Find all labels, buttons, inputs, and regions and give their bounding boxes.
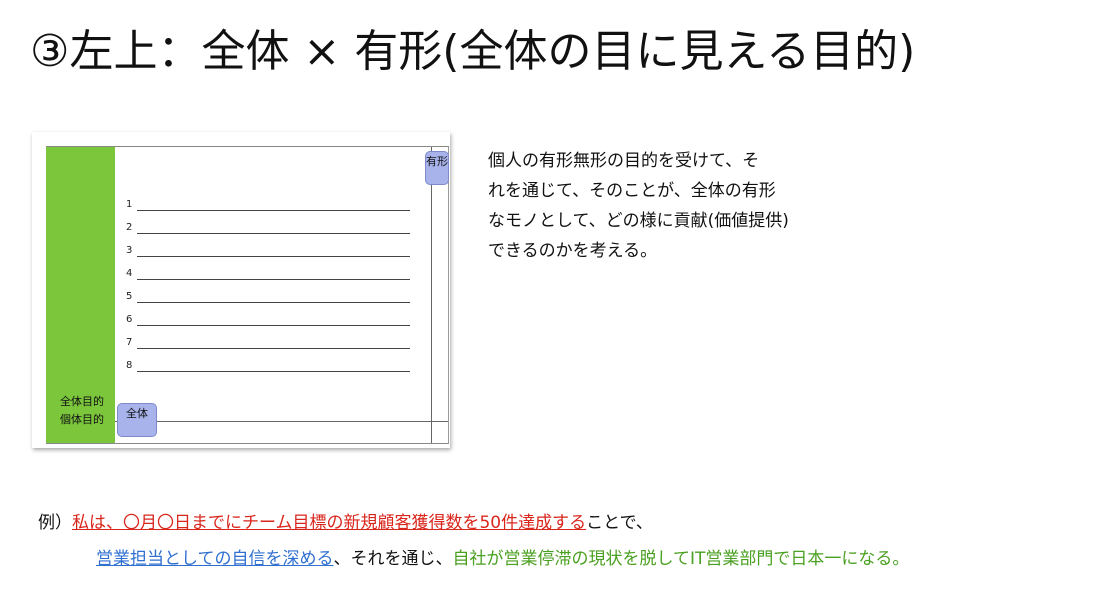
green-axis-band: 全体目的 個体目的	[46, 147, 115, 443]
description-text: 個人の有形無形の目的を受けて、そ れを通じて、そのことが、全体の有形 なモノとし…	[488, 146, 848, 266]
numbered-line-row: 8	[126, 360, 426, 383]
line-number: 6	[126, 314, 133, 325]
vertical-axis-line	[431, 147, 432, 443]
line-number: 8	[126, 360, 133, 371]
line-number: 7	[126, 337, 133, 348]
worksheet-figure: 全体目的 個体目的 有形 全体 1 2 3 4 5 6 7 8	[32, 132, 450, 448]
line-number: 1	[126, 199, 133, 210]
description-line: なモノとして、どの様に貢献(価値提供)	[488, 211, 789, 231]
green-label-overall: 全体目的	[60, 395, 104, 408]
line-rule	[137, 325, 410, 326]
example-connector: ことで、	[586, 513, 653, 533]
numbered-line-row: 5	[126, 291, 426, 314]
numbered-line-row: 3	[126, 245, 426, 268]
numbered-line-row: 7	[126, 337, 426, 360]
numbered-line-row: 6	[126, 314, 426, 337]
line-rule	[137, 302, 410, 303]
line-rule	[137, 348, 410, 349]
example-personal-goal: 私は、〇月〇日までにチーム目標の新規顧客獲得数を50件達成する	[72, 513, 587, 533]
example-overall-goal: 自社が営業停滞の現状を脱してIT営業部門で日本一になる。	[452, 549, 910, 569]
numbered-line-row: 1	[126, 199, 426, 222]
line-number: 3	[126, 245, 133, 256]
green-label-individual: 個体目的	[60, 413, 104, 426]
line-number: 5	[126, 291, 133, 302]
example-prefix: 例）	[38, 513, 72, 533]
description-line: れを通じて、そのことが、全体の有形	[488, 181, 776, 201]
line-rule	[137, 210, 410, 211]
line-rule	[137, 256, 410, 257]
horizontal-axis-line	[115, 421, 448, 422]
line-number: 4	[126, 268, 133, 279]
slide-title: ③左上：全体 × 有形(全体の目に見える目的)	[30, 26, 916, 77]
example-line-1: 例）私は、〇月〇日までにチーム目標の新規顧客獲得数を50件達成することで、	[38, 510, 1088, 536]
line-rule	[137, 279, 410, 280]
numbered-line-row: 2	[126, 222, 426, 245]
example-intangible-goal: 営業担当としての自信を深める	[96, 549, 334, 569]
green-axis-labels: 全体目的 個体目的	[50, 393, 114, 429]
tab-overall: 全体	[117, 403, 157, 437]
tab-tangible: 有形	[425, 151, 449, 185]
description-line: できるのかを考える。	[488, 241, 658, 261]
line-rule	[137, 371, 410, 372]
example-line-2: 営業担当としての自信を深める、それを通じ、自社が営業停滞の現状を脱してIT営業部…	[96, 546, 909, 572]
line-number: 2	[126, 222, 133, 233]
line-rule	[137, 233, 410, 234]
description-line: 個人の有形無形の目的を受けて、そ	[488, 151, 760, 171]
numbered-line-row: 4	[126, 268, 426, 291]
worksheet-frame: 全体目的 個体目的 有形 全体 1 2 3 4 5 6 7 8	[46, 146, 449, 444]
numbered-lines: 1 2 3 4 5 6 7 8	[126, 199, 426, 383]
example-middle: 、それを通じ、	[333, 549, 453, 569]
